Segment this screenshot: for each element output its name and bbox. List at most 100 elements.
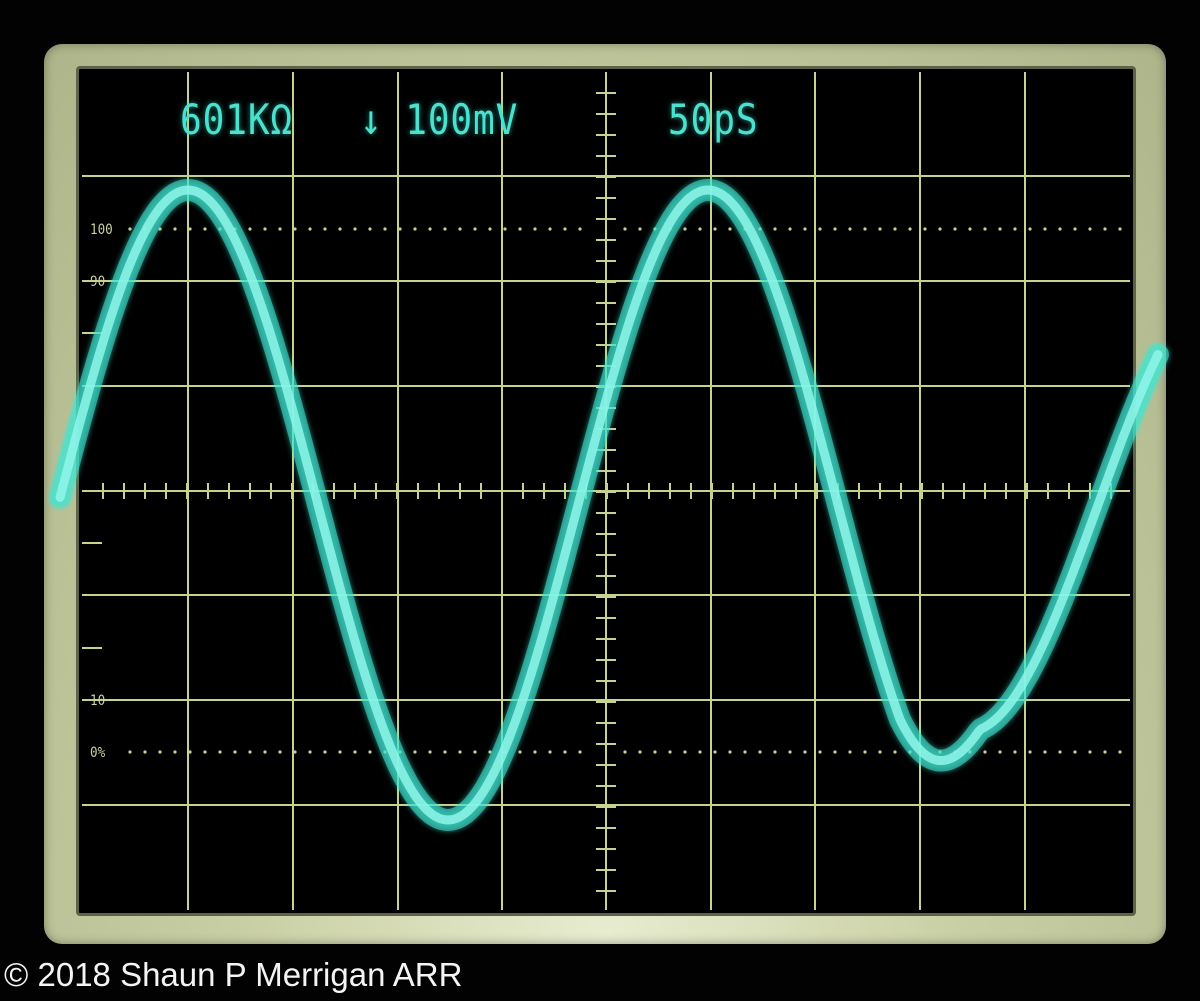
dotted-reference-point [1103, 227, 1107, 231]
dotted-reference-point [983, 750, 987, 754]
dotted-reference-point [548, 227, 552, 231]
dotted-reference-point [188, 227, 192, 231]
dotted-reference-point [293, 750, 297, 754]
dotted-reference-point [818, 750, 822, 754]
dotted-reference-point [773, 227, 777, 231]
dotted-reference-point [653, 750, 657, 754]
copyright-caption: © 2018 Shaun P Merrigan ARR [4, 956, 463, 993]
dotted-reference-point [773, 750, 777, 754]
dotted-reference-point [383, 227, 387, 231]
dotted-reference-point [1043, 750, 1047, 754]
dotted-reference-point [1028, 750, 1032, 754]
dotted-reference-point [488, 227, 492, 231]
dotted-reference-point [1043, 227, 1047, 231]
dotted-reference-point [533, 750, 537, 754]
dotted-reference-point [1118, 750, 1122, 754]
impedance-readout: 601KΩ [180, 95, 294, 144]
dotted-reference-point [998, 750, 1002, 754]
dotted-reference-point [1088, 750, 1092, 754]
dotted-reference-point [1058, 227, 1062, 231]
scale-label-0-percent: 0% [90, 745, 106, 761]
timebase-readout: 50pS [668, 95, 759, 144]
dotted-reference-point [128, 750, 132, 754]
dotted-reference-point [908, 227, 912, 231]
dotted-reference-point [443, 750, 447, 754]
dotted-reference-point [878, 227, 882, 231]
scale-label-90: 90 [90, 274, 106, 290]
dotted-reference-point [353, 227, 357, 231]
dotted-reference-point [848, 750, 852, 754]
dotted-reference-point [953, 227, 957, 231]
dotted-reference-point [728, 750, 732, 754]
dotted-reference-point [233, 750, 237, 754]
dotted-reference-point [923, 227, 927, 231]
dotted-reference-point [248, 227, 252, 231]
dotted-reference-point [728, 227, 732, 231]
sine-waveform-core [55, 185, 1163, 825]
dotted-reference-point [863, 750, 867, 754]
dotted-reference-point [413, 227, 417, 231]
dotted-reference-point [548, 750, 552, 754]
dotted-reference-point [203, 227, 207, 231]
dotted-reference-point [833, 750, 837, 754]
dotted-reference-point [1013, 750, 1017, 754]
scale-label-100: 100 [90, 222, 113, 238]
dotted-reference-point [518, 227, 522, 231]
dotted-reference-point [878, 750, 882, 754]
dotted-reference-point [368, 227, 372, 231]
dotted-reference-point [413, 750, 417, 754]
dotted-reference-point [638, 750, 642, 754]
dotted-reference-point [398, 227, 402, 231]
dotted-reference-point [803, 750, 807, 754]
dotted-reference-point [203, 750, 207, 754]
dotted-reference-point [173, 227, 177, 231]
dotted-reference-point [1028, 227, 1032, 231]
dotted-reference-point [698, 750, 702, 754]
dotted-reference-point [278, 227, 282, 231]
dotted-reference-point [1073, 750, 1077, 754]
dotted-reference-point [623, 227, 627, 231]
vertical-scale-readout: ↓ 100mV [360, 95, 519, 144]
dotted-reference-point [1103, 750, 1107, 754]
dotted-reference-point [863, 227, 867, 231]
dotted-reference-point [503, 227, 507, 231]
dotted-reference-point [818, 227, 822, 231]
dotted-reference-point [713, 227, 717, 231]
dotted-reference-point [368, 750, 372, 754]
dotted-reference-point [323, 227, 327, 231]
dotted-reference-point [683, 227, 687, 231]
dotted-reference-point [263, 227, 267, 231]
dotted-reference-point [473, 227, 477, 231]
dotted-reference-point [683, 750, 687, 754]
dotted-reference-point [893, 750, 897, 754]
dotted-reference-point [218, 750, 222, 754]
dotted-reference-point [758, 750, 762, 754]
dotted-reference-point [143, 750, 147, 754]
dotted-reference-point [308, 750, 312, 754]
dotted-reference-point [173, 750, 177, 754]
dotted-reference-point [638, 227, 642, 231]
dotted-reference-point [1088, 227, 1092, 231]
dotted-reference-point [293, 227, 297, 231]
dotted-reference-point [848, 227, 852, 231]
dotted-reference-point [443, 227, 447, 231]
dotted-reference-point [743, 750, 747, 754]
dotted-reference-point [458, 750, 462, 754]
dotted-reference-point [893, 227, 897, 231]
dotted-reference-point [803, 227, 807, 231]
dotted-reference-point [158, 750, 162, 754]
dotted-reference-point [278, 750, 282, 754]
graticule-grid [82, 72, 1130, 910]
dotted-reference-point [458, 227, 462, 231]
dotted-reference-point [533, 227, 537, 231]
dotted-reference-point [263, 750, 267, 754]
scale-label-10: 10 [90, 693, 106, 709]
dotted-reference-point [623, 750, 627, 754]
dotted-reference-point [1058, 750, 1062, 754]
dotted-reference-point [563, 227, 567, 231]
oscilloscope-display [49, 72, 1169, 910]
dotted-reference-point [788, 227, 792, 231]
dotted-reference-point [563, 750, 567, 754]
dotted-reference-point [473, 750, 477, 754]
dotted-reference-point [1073, 227, 1077, 231]
